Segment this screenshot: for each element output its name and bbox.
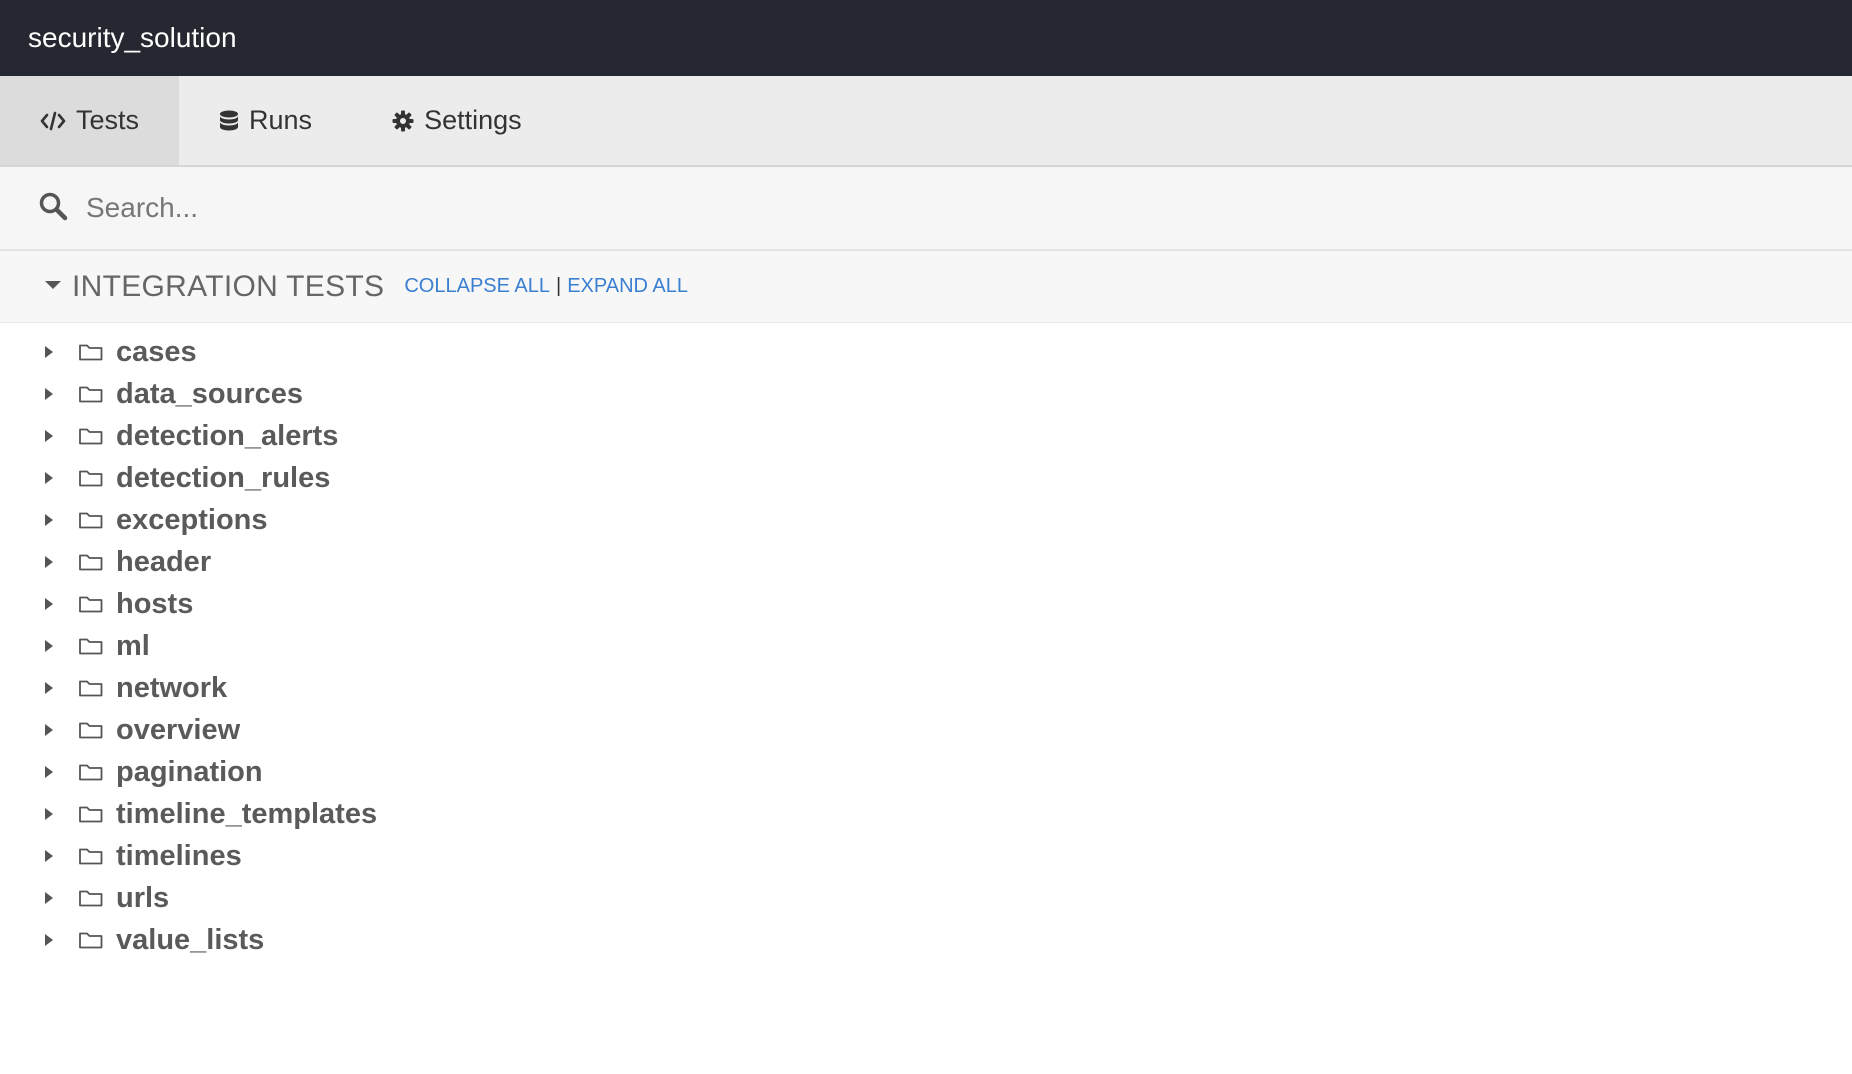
folder-label: value_lists (116, 923, 265, 956)
folder-icon (78, 636, 104, 656)
folder-row[interactable]: data_sources (0, 373, 1852, 415)
tab-bar: Tests Runs Settings (0, 76, 1852, 167)
folder-label: timeline_templates (116, 797, 378, 830)
folder-label: network (116, 671, 228, 704)
caret-right-icon[interactable] (44, 807, 56, 821)
tab-runs-label: Runs (249, 105, 313, 135)
search-input[interactable] (86, 192, 1286, 224)
folder-icon (78, 384, 104, 404)
tab-runs[interactable]: Runs (179, 76, 352, 165)
caret-right-icon[interactable] (44, 639, 56, 653)
tab-tests[interactable]: Tests (0, 76, 180, 165)
folder-icon (78, 426, 104, 446)
folder-row[interactable]: exceptions (0, 499, 1852, 541)
folder-icon (78, 804, 104, 824)
caret-right-icon[interactable] (44, 597, 56, 611)
folder-row[interactable]: ml (0, 625, 1852, 667)
folder-icon (78, 762, 104, 782)
folder-icon (78, 468, 104, 488)
folder-label: detection_alerts (116, 419, 339, 452)
caret-right-icon[interactable] (44, 429, 56, 443)
search-bar (0, 167, 1852, 251)
caret-right-icon[interactable] (44, 891, 56, 905)
caret-right-icon[interactable] (44, 345, 56, 359)
folder-label: exceptions (116, 503, 268, 536)
database-icon (219, 110, 239, 132)
caret-right-icon[interactable] (44, 849, 56, 863)
folder-icon (78, 720, 104, 740)
folder-icon (78, 594, 104, 614)
folder-icon (78, 930, 104, 950)
folder-icon (78, 846, 104, 866)
app-title: security_solution (28, 22, 237, 53)
folder-label: cases (116, 335, 197, 368)
folder-row[interactable]: detection_rules (0, 457, 1852, 499)
search-icon (38, 191, 68, 226)
folder-row[interactable]: pagination (0, 751, 1852, 793)
gear-icon (392, 110, 414, 132)
tab-tests-label: Tests (76, 105, 140, 135)
app-header: security_solution (0, 0, 1852, 76)
caret-right-icon[interactable] (44, 555, 56, 569)
folder-row[interactable]: cases (0, 331, 1852, 373)
integration-tests-header: INTEGRATION TESTS COLLAPSE ALL | EXPAND … (0, 251, 1852, 323)
folder-row[interactable]: urls (0, 877, 1852, 919)
folder-row[interactable]: value_lists (0, 919, 1852, 961)
folder-icon (78, 342, 104, 362)
caret-right-icon[interactable] (44, 681, 56, 695)
expand-all-link[interactable]: EXPAND ALL (567, 275, 688, 298)
folder-label: header (116, 545, 212, 578)
folder-label: detection_rules (116, 461, 331, 494)
folder-icon (78, 510, 104, 530)
caret-right-icon[interactable] (44, 387, 56, 401)
section-links: COLLAPSE ALL | EXPAND ALL (404, 275, 688, 298)
folder-label: overview (116, 713, 241, 746)
folder-tree: cases data_sources detection_alertsdetecti… (0, 323, 1852, 961)
folder-row[interactable]: overview (0, 709, 1852, 751)
folder-label: hosts (116, 587, 194, 620)
folder-label: pagination (116, 755, 263, 788)
tab-settings[interactable]: Settings (352, 76, 562, 165)
caret-right-icon[interactable] (44, 723, 56, 737)
section-title: INTEGRATION TESTS (72, 269, 385, 303)
folder-row[interactable]: timeline_templates (0, 793, 1852, 835)
caret-right-icon[interactable] (44, 933, 56, 947)
folder-row[interactable]: hosts (0, 583, 1852, 625)
folder-label: timelines (116, 839, 242, 872)
link-separator: | (556, 275, 562, 297)
folder-row[interactable]: header (0, 541, 1852, 583)
section-collapse-caret-icon[interactable] (44, 278, 62, 296)
folder-icon (78, 888, 104, 908)
caret-right-icon[interactable] (44, 765, 56, 779)
caret-right-icon[interactable] (44, 513, 56, 527)
collapse-all-link[interactable]: COLLAPSE ALL (404, 275, 550, 298)
folder-row[interactable]: timelines (0, 835, 1852, 877)
folder-row[interactable]: network (0, 667, 1852, 709)
folder-icon (78, 552, 104, 572)
folder-row[interactable]: detection_alerts (0, 415, 1852, 457)
tab-settings-label: Settings (424, 105, 522, 135)
folder-label: urls (116, 881, 170, 914)
code-icon (40, 111, 66, 131)
folder-icon (78, 678, 104, 698)
folder-label: data_sources (116, 377, 303, 410)
folder-label: ml (116, 629, 150, 662)
caret-right-icon[interactable] (44, 471, 56, 485)
